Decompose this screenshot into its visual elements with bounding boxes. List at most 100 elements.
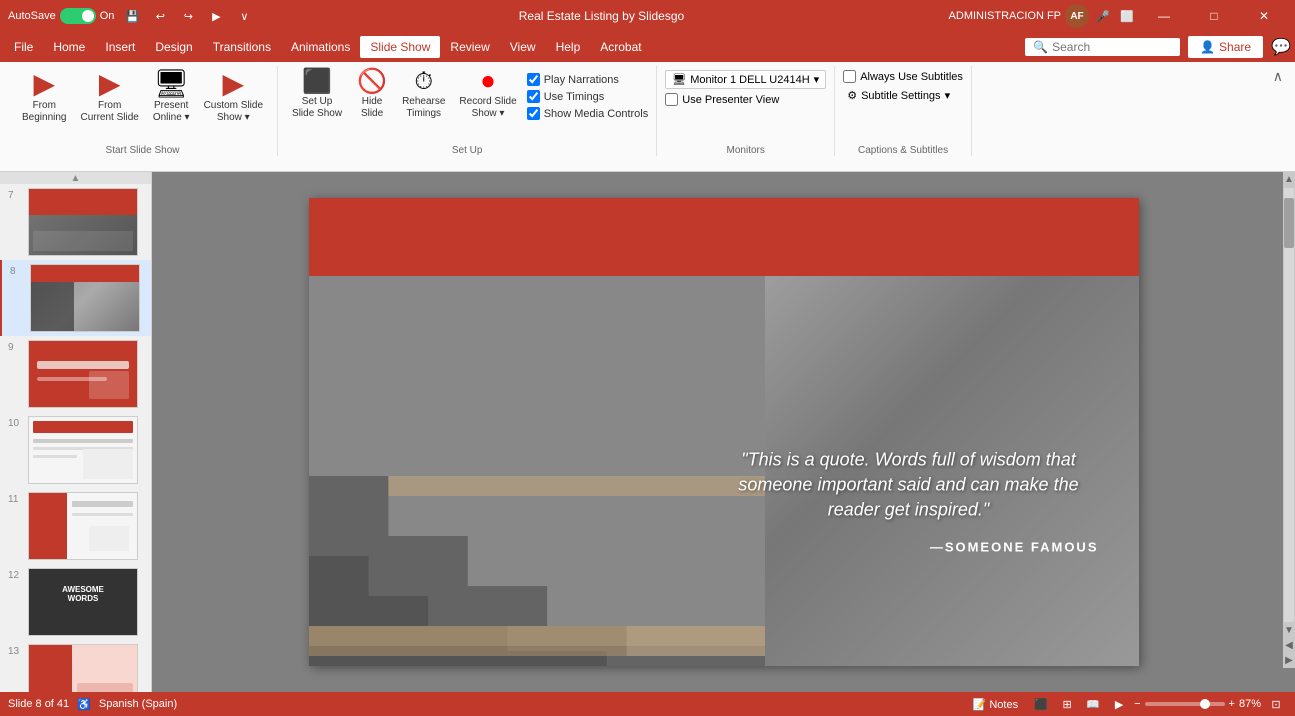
menu-design[interactable]: Design	[145, 36, 202, 58]
show-media-controls-checkbox[interactable]: Show Media Controls	[527, 107, 649, 120]
titlebar-left: AutoSave On 💾 ↩ ↪ ▶ ∨	[8, 6, 254, 26]
presenter-view-checkbox[interactable]: Use Presenter View	[665, 93, 826, 106]
search-input[interactable]	[1052, 40, 1172, 54]
statusbar: Slide 8 of 41 ♿ Spanish (Spain) 📝 Notes …	[0, 692, 1295, 716]
save-button[interactable]: 💾	[122, 6, 142, 26]
slide-panel-scroll-up[interactable]: ▲	[0, 172, 151, 184]
zoom-out-button[interactable]: −	[1134, 698, 1140, 710]
captions-group-label: Captions & Subtitles	[858, 145, 948, 156]
use-timings-checkbox[interactable]: Use Timings	[527, 90, 649, 103]
autosave-toggle[interactable]	[60, 8, 96, 24]
slide-item-8[interactable]: 8	[0, 260, 151, 336]
slide-item-13[interactable]: 13	[0, 640, 151, 692]
slide-item-9[interactable]: 9	[0, 336, 151, 412]
customize-button[interactable]: ∨	[234, 6, 254, 26]
microphone-button[interactable]: 🎤	[1093, 6, 1113, 26]
minimize-button[interactable]: —	[1141, 0, 1187, 32]
ribbon-group-setup: ⬛ Set UpSlide Show 🚫 HideSlide ⏱ Rehears…	[278, 66, 657, 156]
zoom-slider[interactable]: − +	[1134, 698, 1235, 710]
from-beginning-button[interactable]: ▶ FromBeginning	[16, 66, 72, 128]
record-slideshow-button[interactable]: ⏺ Record SlideShow ▾	[453, 66, 522, 124]
scroll-track[interactable]	[1284, 188, 1294, 622]
menu-animations[interactable]: Animations	[281, 36, 360, 58]
statusbar-right: 📝 Notes ⬛ ⊞ 📖 ▶ − + 87% ⊡	[965, 693, 1287, 715]
ribbon-collapse-button[interactable]: ⬜	[1117, 6, 1137, 26]
setup-group-label: Set Up	[452, 145, 483, 156]
monitors-section: 🖥 Monitor 1 DELL U2414H ▾ Use Presenter …	[665, 66, 826, 110]
rehearse-timings-button[interactable]: ⏱ RehearseTimings	[396, 66, 451, 124]
comment-button[interactable]: 💬	[1271, 37, 1291, 57]
slide-number-9: 9	[8, 340, 24, 353]
slideshow-view-button[interactable]: ▶	[1108, 693, 1130, 715]
menu-transitions[interactable]: Transitions	[203, 36, 281, 58]
avatar[interactable]: AF	[1065, 4, 1089, 28]
slide-sorter-button[interactable]: ⊞	[1056, 693, 1078, 715]
share-button[interactable]: 👤 Share	[1188, 36, 1263, 58]
menu-insert[interactable]: Insert	[95, 36, 145, 58]
redo-button[interactable]: ↪	[178, 6, 198, 26]
slide-thumb-12: AWESOMEWORDS	[28, 568, 138, 636]
slide-panel[interactable]: ▲ 7 8 9	[0, 172, 152, 692]
custom-slideshow-button[interactable]: ▶ Custom SlideShow ▾	[198, 66, 269, 128]
present-button[interactable]: ▶	[206, 6, 226, 26]
close-button[interactable]: ✕	[1241, 0, 1287, 32]
accessibility-button[interactable]: ♿	[77, 698, 91, 711]
subtitle-settings-button[interactable]: ⚙ Subtitle Settings ▾	[843, 87, 963, 104]
from-current-button[interactable]: ▶ FromCurrent Slide	[74, 66, 144, 128]
setup-checkboxes: Play Narrations Use Timings Show Media C…	[527, 69, 649, 124]
zoom-knob	[1200, 699, 1210, 709]
show-media-controls-label: Show Media Controls	[544, 108, 649, 120]
menu-slideshow[interactable]: Slide Show	[360, 36, 440, 58]
always-use-subtitles-checkbox[interactable]: Always Use Subtitles	[843, 70, 963, 83]
zoom-in-button[interactable]: +	[1229, 698, 1235, 710]
menu-view[interactable]: View	[500, 36, 546, 58]
custom-slideshow-label: Custom SlideShow ▾	[204, 100, 263, 124]
undo-button[interactable]: ↩	[150, 6, 170, 26]
rehearse-icon: ⏱	[414, 70, 433, 94]
scroll-thumb[interactable]	[1284, 198, 1294, 248]
maximize-button[interactable]: □	[1191, 0, 1237, 32]
menu-review[interactable]: Review	[440, 36, 499, 58]
zoom-track[interactable]	[1145, 702, 1225, 706]
slide-item-12[interactable]: 12 AWESOMEWORDS	[0, 564, 151, 640]
slide-item-11[interactable]: 11	[0, 488, 151, 564]
notes-icon: 📝	[973, 699, 987, 711]
titlebar-right: ADMINISTRACION FP AF 🎤 ⬜ — □ ✕	[949, 0, 1287, 32]
slide-item-10[interactable]: 10	[0, 412, 151, 488]
slide-item-7[interactable]: 7	[0, 184, 151, 260]
slide-number-11: 11	[8, 492, 24, 505]
menu-help[interactable]: Help	[546, 36, 591, 58]
hide-slide-label: HideSlide	[361, 96, 383, 120]
fit-slide-button[interactable]: ⊡	[1265, 693, 1287, 715]
ribbon-group-start-slideshow: ▶ FromBeginning ▶ FromCurrent Slide 🖥 Pr…	[8, 66, 278, 156]
autosave: AutoSave On	[8, 8, 114, 24]
setup-slideshow-button[interactable]: ⬛ Set UpSlide Show	[286, 66, 348, 124]
autosave-on: On	[100, 10, 115, 22]
play-narrations-checkbox[interactable]: Play Narrations	[527, 73, 649, 86]
present-online-button[interactable]: 🖥 PresentOnline ▾	[147, 66, 196, 128]
zoom-level: 87%	[1239, 698, 1261, 710]
menu-file[interactable]: File	[4, 36, 43, 58]
reading-view-button[interactable]: 📖	[1082, 693, 1104, 715]
subtitle-settings-label: Subtitle Settings	[861, 90, 941, 102]
notes-button[interactable]: 📝 Notes	[965, 696, 1027, 713]
scroll-next-arrow[interactable]: ▶	[1283, 653, 1295, 668]
hide-slide-button[interactable]: 🚫 HideSlide	[350, 66, 394, 124]
menu-home[interactable]: Home	[43, 36, 95, 58]
slide-thumb-13	[28, 644, 138, 692]
canvas-vscroll[interactable]: ▲ ▼ ◀ ▶	[1283, 172, 1295, 668]
scroll-down-arrow[interactable]: ▼	[1282, 623, 1295, 638]
setup-content: ⬛ Set UpSlide Show 🚫 HideSlide ⏱ Rehears…	[286, 66, 648, 124]
staircase-svg	[309, 276, 766, 666]
monitor-dropdown[interactable]: 🖥 Monitor 1 DELL U2414H ▾	[665, 70, 826, 89]
menu-acrobat[interactable]: Acrobat	[590, 36, 651, 58]
record-icon: ⏺	[482, 70, 494, 94]
ribbon-group-monitors: 🖥 Monitor 1 DELL U2414H ▾ Use Presenter …	[657, 66, 835, 156]
ribbon-collapse-button[interactable]: ∧	[1269, 66, 1287, 87]
scroll-prev-arrow[interactable]: ◀	[1283, 638, 1295, 653]
search-box[interactable]: 🔍	[1025, 38, 1180, 56]
scroll-up-arrow[interactable]: ▲	[1282, 172, 1295, 187]
monitors-group-label: Monitors	[727, 145, 765, 156]
start-slideshow-buttons: ▶ FromBeginning ▶ FromCurrent Slide 🖥 Pr…	[16, 66, 269, 128]
normal-view-button[interactable]: ⬛	[1030, 693, 1052, 715]
